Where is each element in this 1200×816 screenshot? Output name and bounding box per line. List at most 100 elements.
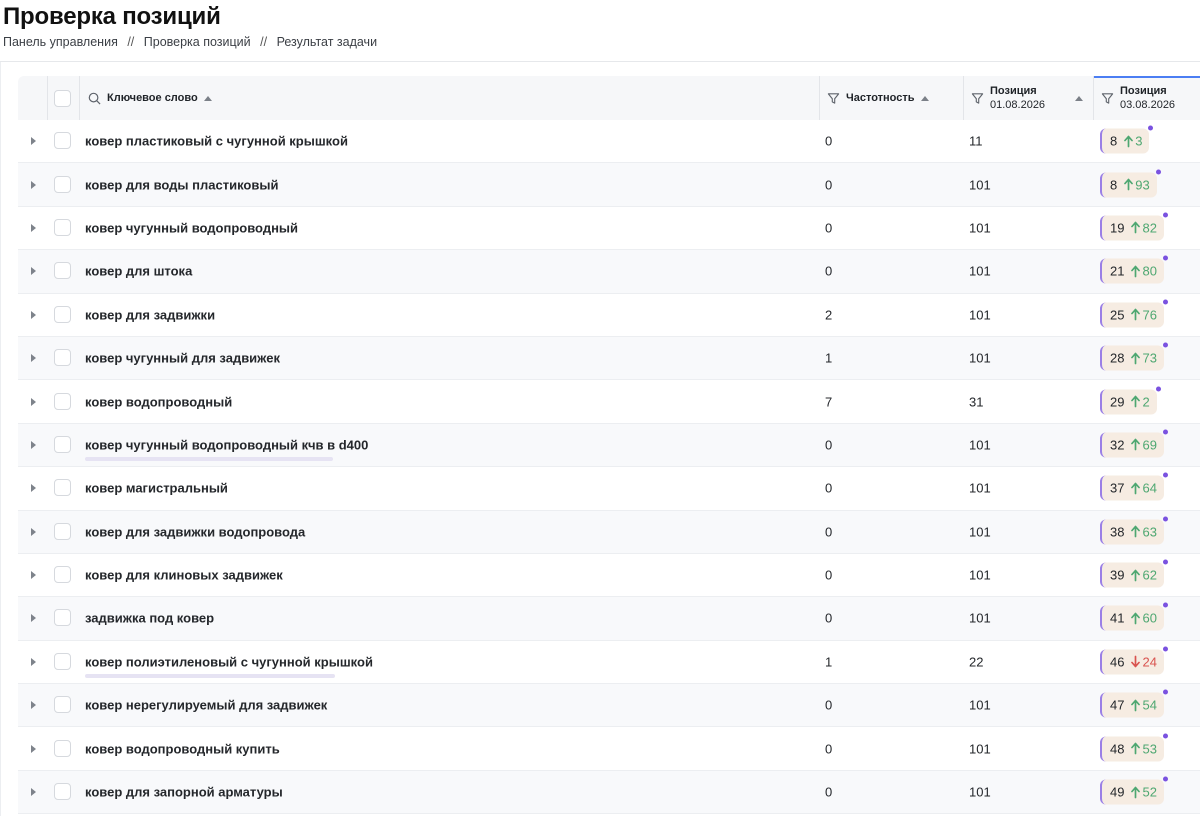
row-checkbox[interactable]: [54, 566, 71, 584]
filter-icon[interactable]: [971, 92, 984, 105]
row-checkbox[interactable]: [54, 392, 71, 410]
table-row[interactable]: ковер полиэтиленовый с чугунной крышкой 1…: [18, 641, 1200, 685]
search-icon[interactable]: [88, 92, 101, 105]
frequency-cell: 0: [825, 697, 833, 713]
row-checkbox[interactable]: [54, 522, 71, 540]
expand-icon[interactable]: [31, 527, 36, 536]
row-checkbox[interactable]: [54, 739, 71, 757]
column-position-2-header[interactable]: Позиция 03.08.2026: [1101, 76, 1175, 120]
expand-icon[interactable]: [31, 223, 36, 232]
status-dot: [1155, 169, 1161, 175]
select-all-checkbox[interactable]: [54, 89, 71, 107]
position-1-cell: 101: [969, 697, 991, 713]
position-2-badge[interactable]: 32 69: [1100, 429, 1168, 458]
position-change-value: 52: [1142, 784, 1157, 800]
table-row[interactable]: ковер для клиновых задвижек 0 101 39 62: [18, 554, 1200, 598]
status-dot: [1148, 125, 1154, 131]
position-2-badge[interactable]: 46 24: [1100, 646, 1168, 675]
row-checkbox[interactable]: [54, 609, 71, 627]
column-divider: [963, 76, 964, 120]
position-2-badge[interactable]: 8 93: [1100, 169, 1161, 198]
expand-icon[interactable]: [31, 701, 36, 710]
position-2-badge[interactable]: 41 60: [1100, 602, 1168, 631]
breadcrumb-position-check[interactable]: Проверка позиций: [144, 35, 251, 49]
keyword-cell: ковер водопроводный: [85, 394, 233, 410]
position-2-badge[interactable]: 29 2: [1100, 386, 1161, 415]
position-1-cell: 101: [969, 177, 991, 193]
filter-icon[interactable]: [827, 92, 840, 105]
position-2-badge[interactable]: 25 76: [1100, 299, 1168, 328]
position-change: 60: [1131, 611, 1157, 626]
position-2-badge[interactable]: 38 63: [1100, 516, 1168, 545]
column-frequency-header[interactable]: Частотность: [827, 76, 929, 120]
row-checkbox[interactable]: [54, 696, 71, 714]
expand-icon[interactable]: [31, 397, 36, 406]
position-1-cell: 101: [969, 567, 991, 583]
sort-asc-icon[interactable]: [920, 95, 929, 101]
status-dot: [1155, 386, 1161, 392]
table-row[interactable]: ковер нерегулируемый для задвижек 0 101 47 5…: [18, 684, 1200, 728]
expand-icon[interactable]: [31, 267, 36, 276]
expand-icon[interactable]: [31, 484, 36, 493]
position-2-badge[interactable]: 47 54: [1100, 689, 1168, 718]
table-row[interactable]: ковер чугунный для задвижек 1 101 28 73: [18, 336, 1200, 381]
position-change: 63: [1131, 524, 1157, 539]
table-row[interactable]: ковер для воды пластиковый 0 101 8 93: [18, 163, 1200, 207]
table-row[interactable]: задвижка под ковер 0 101 41 60: [18, 597, 1200, 641]
row-checkbox[interactable]: [54, 349, 71, 367]
table-row[interactable]: ковер чугунный водопроводный 0 101 19 82: [18, 207, 1200, 251]
breadcrumb: Панель управления // Проверка позиций //…: [3, 35, 377, 49]
table-row[interactable]: ковер водопроводный 7 31 29 2: [18, 380, 1200, 424]
frequency-header-label: Частотность: [846, 92, 915, 104]
row-checkbox[interactable]: [54, 435, 71, 453]
breadcrumb-dashboard[interactable]: Панель управления: [3, 35, 118, 49]
position-change-value: 69: [1142, 437, 1157, 453]
row-checkbox[interactable]: [54, 175, 71, 193]
position-2-badge[interactable]: 49 52: [1100, 776, 1168, 805]
column-position-1-header[interactable]: Позиция 01.08.2026: [971, 76, 1087, 120]
frequency-cell: 0: [825, 437, 833, 453]
expand-icon[interactable]: [31, 310, 36, 319]
position-2-badge[interactable]: 21 80: [1100, 255, 1168, 284]
table-row[interactable]: ковер для штока 0 101 21 80: [18, 250, 1200, 294]
row-checkbox[interactable]: [54, 305, 71, 323]
table-row[interactable]: ковер для задвижки водопровода 0 101 38 63: [18, 510, 1200, 554]
position-2-badge[interactable]: 83: [1100, 125, 1154, 154]
expand-icon[interactable]: [31, 614, 36, 623]
row-checkbox[interactable]: [54, 652, 71, 670]
position-change: 54: [1131, 698, 1157, 713]
header-divider: [0, 61, 1200, 62]
table-row[interactable]: ковер магистральный 0 101 37 64: [18, 467, 1200, 511]
row-checkbox[interactable]: [54, 479, 71, 497]
table-row[interactable]: ковер пластиковый с чугунной крышкой 0 11 8…: [18, 120, 1200, 164]
row-checkbox[interactable]: [54, 132, 71, 150]
expand-icon[interactable]: [31, 571, 36, 580]
filter-icon[interactable]: [1101, 92, 1114, 105]
column-keyword-header[interactable]: Ключевое слово: [88, 76, 212, 120]
position-2-badge[interactable]: 48 53: [1100, 733, 1168, 762]
expand-icon[interactable]: [31, 440, 36, 449]
row-checkbox[interactable]: [54, 262, 71, 280]
table-row[interactable]: ковер для задвижки 2 101 25 76: [18, 294, 1200, 337]
expand-icon[interactable]: [31, 354, 36, 363]
position-change-value: 2: [1142, 394, 1150, 410]
sort-asc-icon[interactable]: [1075, 95, 1083, 101]
row-checkbox[interactable]: [54, 783, 71, 801]
row-checkbox[interactable]: [54, 218, 71, 236]
position-2-badge[interactable]: 37 64: [1100, 472, 1168, 501]
position-change: 3: [1124, 134, 1142, 149]
position-2-badge[interactable]: 28 73: [1100, 342, 1168, 371]
position-1-cell: 101: [969, 437, 991, 453]
expand-icon[interactable]: [31, 180, 36, 189]
table-row[interactable]: ковер для запорной арматуры 0 101 49 52: [18, 770, 1200, 815]
keyword-cell: ковер водопроводный купить: [85, 741, 280, 757]
expand-icon[interactable]: [31, 788, 36, 797]
position-2-badge[interactable]: 19 82: [1100, 212, 1168, 241]
table-row[interactable]: ковер чугунный водопроводный кчв в d400 0…: [18, 423, 1200, 468]
table-row[interactable]: ковер водопроводный купить 0 101 48 53: [18, 727, 1200, 771]
expand-icon[interactable]: [31, 744, 36, 753]
expand-icon[interactable]: [31, 137, 36, 146]
position-2-badge[interactable]: 39 62: [1100, 559, 1168, 588]
sort-asc-icon[interactable]: [203, 95, 212, 101]
expand-icon[interactable]: [31, 657, 36, 666]
